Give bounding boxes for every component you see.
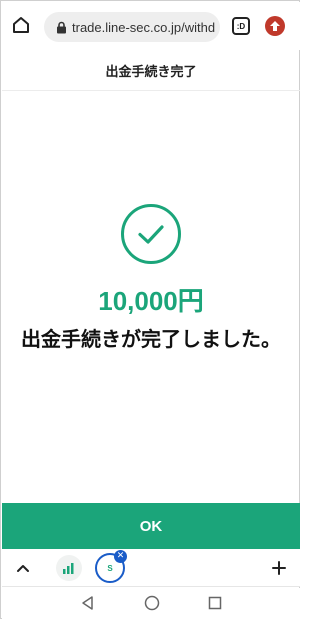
upload-arrow-icon — [270, 21, 280, 31]
ok-button[interactable]: OK — [2, 503, 300, 549]
page-title: 出金手続き完了 — [105, 65, 197, 80]
home-circle-icon[interactable] — [144, 595, 160, 611]
new-tab-button[interactable] — [268, 557, 290, 579]
tab-thumbnail-1[interactable] — [56, 555, 82, 581]
page-header: 出金手続き完了 — [2, 51, 300, 91]
browser-toolbar: trade.line-sec.co.jp/withd :D — [2, 2, 300, 50]
chart-icon — [63, 563, 74, 574]
expand-tabs-button[interactable] — [14, 559, 32, 577]
completion-message: 出金手続きが完了しました。 — [21, 327, 281, 351]
url-text: trade.line-sec.co.jp/withd — [72, 19, 216, 35]
chevron-up-icon — [17, 565, 29, 572]
withdrawal-amount: 10,000円 — [98, 286, 204, 316]
tab-switcher-button[interactable]: :D — [232, 17, 250, 35]
back-triangle-icon[interactable] — [80, 595, 96, 611]
check-circle-icon — [121, 204, 181, 264]
phone-frame: trade.line-sec.co.jp/withd :D 出金手続き完了 10… — [0, 0, 300, 619]
tab-favicon: S — [107, 563, 113, 573]
recent-apps-icon[interactable] — [208, 596, 222, 610]
plus-icon — [272, 561, 286, 575]
tab-strip: S ✕ — [2, 549, 300, 587]
close-tab-button[interactable]: ✕ — [114, 550, 127, 563]
home-icon — [13, 17, 29, 33]
home-button[interactable] — [10, 14, 32, 36]
address-bar[interactable]: trade.line-sec.co.jp/withd — [44, 12, 220, 42]
lock-icon — [50, 21, 72, 34]
system-nav-bar — [2, 588, 300, 619]
extension-button[interactable] — [265, 16, 285, 36]
